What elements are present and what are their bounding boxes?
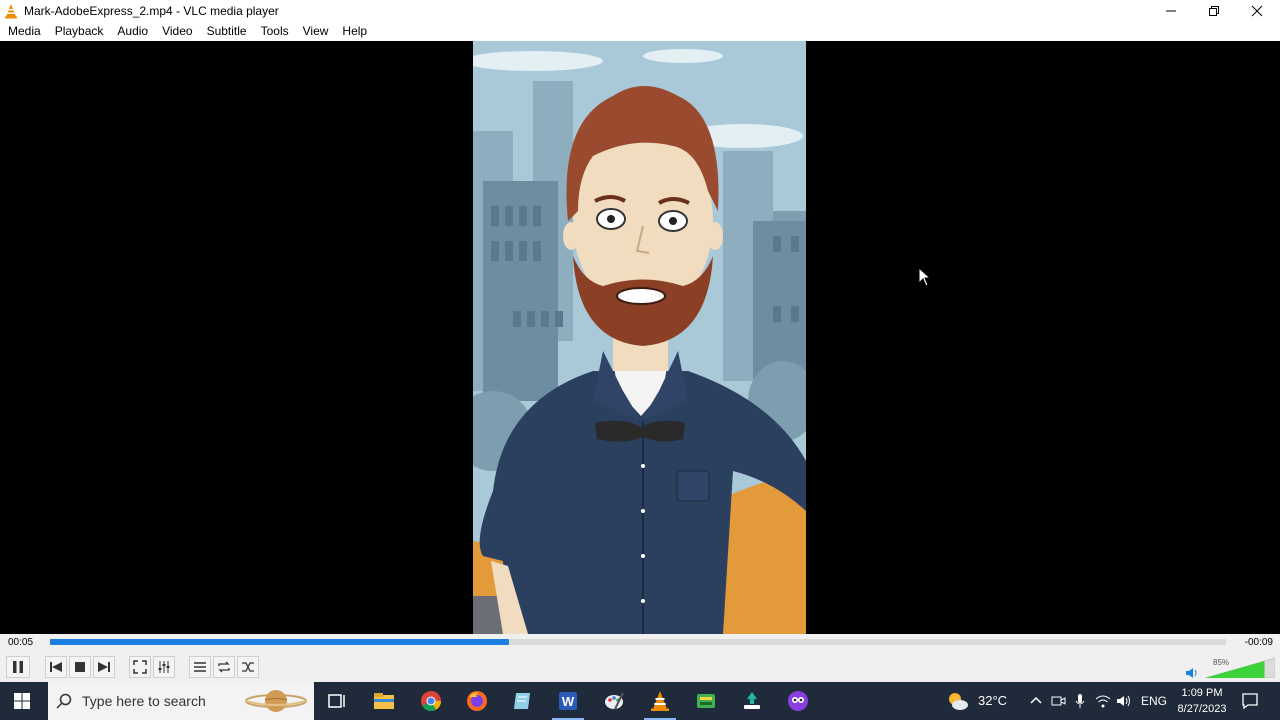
extended-settings-button[interactable] [153,656,175,678]
search-icon [56,693,72,709]
menu-tools[interactable]: Tools [254,22,296,41]
weather-temperature[interactable]: 32°C [978,693,1007,708]
paint-button[interactable] [592,682,636,720]
volume-slider[interactable] [1205,656,1275,678]
restore-icon [1209,6,1219,16]
menu-video[interactable]: Video [155,22,199,41]
app-purple-icon [788,691,808,711]
video-display[interactable] [0,41,1280,634]
volume-icon[interactable] [1116,693,1132,709]
playlist-button[interactable] [189,656,211,678]
chevron-up-icon[interactable] [1028,693,1044,709]
stop-icon [75,662,85,672]
menu-subtitle[interactable]: Subtitle [200,22,254,41]
file-explorer-icon [374,693,394,709]
svg-text:W: W [562,694,575,709]
next-button[interactable] [93,656,115,678]
seek-slider[interactable] [50,639,1226,645]
seek-progress-fill [50,639,509,645]
installer-app-button[interactable] [730,682,774,720]
meet-now-icon[interactable] [1050,693,1066,709]
stop-button[interactable] [69,656,91,678]
playlist-icon [194,662,206,672]
notifications-icon[interactable] [1241,692,1259,710]
minimize-icon [1166,10,1176,12]
windows-taskbar: Type here to search W 32°C ENG 1:09 PM 8… [0,682,1280,720]
window-title: Mark-AdobeExpress_2.mp4 - VLC media play… [24,4,279,18]
app-installer-icon [744,692,760,709]
taskbar-search-box[interactable]: Type here to search [48,682,314,720]
task-view-icon [328,694,345,708]
menu-audio[interactable]: Audio [110,22,155,41]
microphone-icon[interactable] [1072,693,1088,709]
menu-playback[interactable]: Playback [48,22,111,41]
notepad-button[interactable] [500,682,544,720]
pause-icon [13,661,23,673]
vlc-window: Mark-AdobeExpress_2.mp4 - VLC media play… [0,0,1280,720]
pause-button[interactable] [6,656,30,678]
minimize-button[interactable] [1149,0,1193,22]
shuffle-icon [242,662,254,672]
close-icon [1251,5,1263,17]
paint-icon [605,692,624,710]
mouse-cursor-icon [918,267,932,287]
fullscreen-icon [133,660,147,674]
speaker-icon[interactable] [1185,666,1199,680]
search-placeholder: Type here to search [82,693,206,709]
restore-button[interactable] [1192,0,1236,22]
weather-cloud-sun-icon[interactable] [947,691,969,711]
word-icon: W [559,692,577,710]
file-explorer-button[interactable] [362,682,406,720]
elapsed-time: 00:05 [8,637,34,648]
fullscreen-button[interactable] [129,656,151,678]
vlc-cone-icon [5,4,17,19]
skip-previous-icon [50,662,62,672]
chrome-icon [421,691,442,712]
firefox-button[interactable] [455,682,499,720]
notepad-icon [514,693,530,709]
clock-time: 1:09 PM [1181,687,1223,699]
skip-next-icon [98,662,110,672]
menu-media[interactable]: Media [1,22,48,41]
shuffle-button[interactable] [237,656,259,678]
green-app-button[interactable] [684,682,728,720]
language-indicator[interactable]: ENG [1141,694,1167,708]
equalizer-sliders-icon [158,661,170,673]
vlc-taskbar-button[interactable] [638,682,682,720]
vlc-icon [651,691,669,711]
title-bar[interactable]: Mark-AdobeExpress_2.mp4 - VLC media play… [0,0,1280,22]
firefox-icon [467,691,487,711]
task-view-button[interactable] [315,682,359,720]
previous-button[interactable] [45,656,67,678]
wifi-icon[interactable] [1095,693,1111,709]
loop-icon [218,661,230,673]
video-frame [473,41,806,634]
menu-bar: Media Playback Audio Video Subtitle Tool… [0,22,1280,41]
menu-view[interactable]: View [296,22,336,41]
loop-button[interactable] [213,656,235,678]
clock-date: 8/27/2023 [1177,703,1227,715]
purple-app-button[interactable] [776,682,820,720]
menu-help[interactable]: Help [335,22,374,41]
playback-controls: 85% [0,652,1280,682]
app-green-icon [697,694,715,708]
remaining-time[interactable]: -00:09 [1245,637,1273,648]
chrome-button[interactable] [409,682,453,720]
close-button[interactable] [1235,0,1279,22]
windows-logo-icon [14,693,30,709]
saturn-search-highlight-icon [245,690,307,712]
taskbar-clock[interactable]: 1:09 PM 8/27/2023 [1170,685,1234,717]
cartoon-man-video-image [473,41,806,634]
start-button[interactable] [0,682,44,720]
word-button[interactable]: W [546,682,590,720]
